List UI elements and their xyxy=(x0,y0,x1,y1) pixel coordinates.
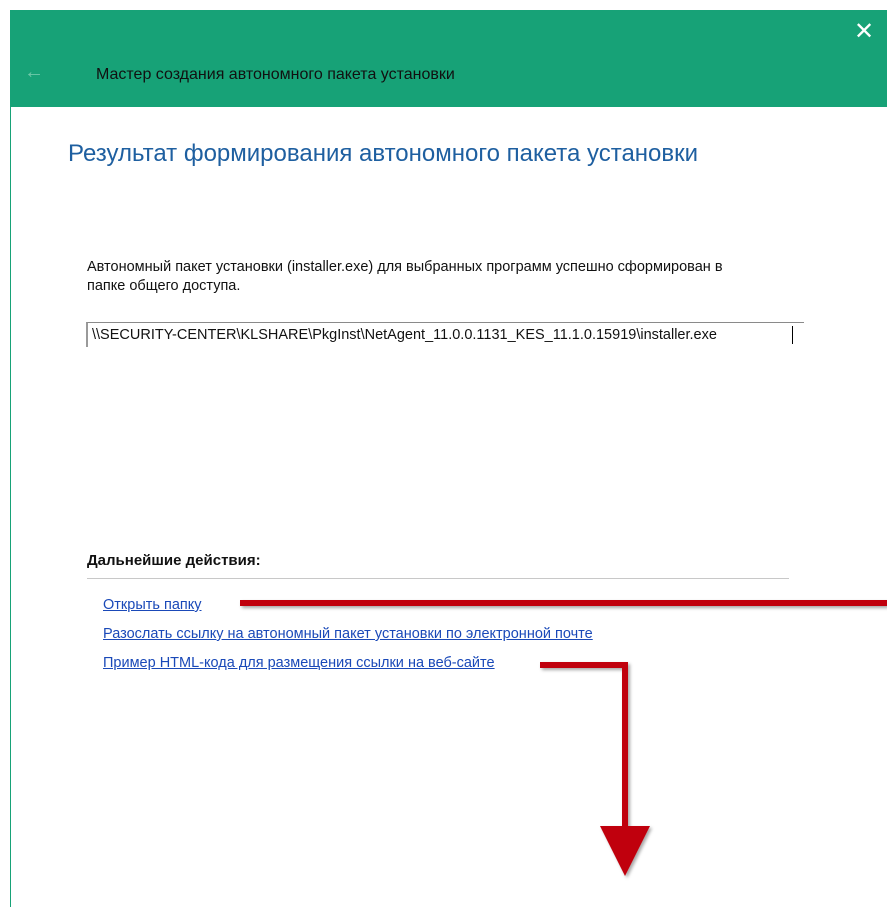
email-link-to-package-link[interactable]: Разослать ссылку на автономный пакет уст… xyxy=(103,626,593,642)
html-code-example-link[interactable]: Пример HTML-кода для размещения ссылки н… xyxy=(103,655,495,671)
title-bar: ✕ ← Мастер создания автономного пакета у… xyxy=(10,10,887,107)
window-title: Мастер создания автономного пакета устан… xyxy=(96,66,455,83)
page-title: Результат формирования автономного пакет… xyxy=(68,140,699,167)
arrow-down-from-html-example xyxy=(540,662,628,840)
installer-wizard-window: ✕ ← Мастер создания автономного пакета у… xyxy=(0,0,887,907)
back-arrow-icon[interactable]: ← xyxy=(24,62,44,82)
result-description: Автономный пакет установки (installer.ex… xyxy=(87,259,723,294)
window-left-border xyxy=(10,107,11,907)
arrow-head-icon xyxy=(600,826,650,876)
next-actions-heading: Дальнейшие действия: xyxy=(87,552,261,569)
section-divider xyxy=(87,578,789,579)
annotation-overlay xyxy=(240,600,887,876)
open-folder-link[interactable]: Открыть папку xyxy=(103,597,202,613)
text-caret xyxy=(792,326,793,344)
package-path-field[interactable] xyxy=(86,322,804,347)
package-path-input[interactable] xyxy=(92,325,792,345)
close-icon[interactable]: ✕ xyxy=(841,10,887,54)
